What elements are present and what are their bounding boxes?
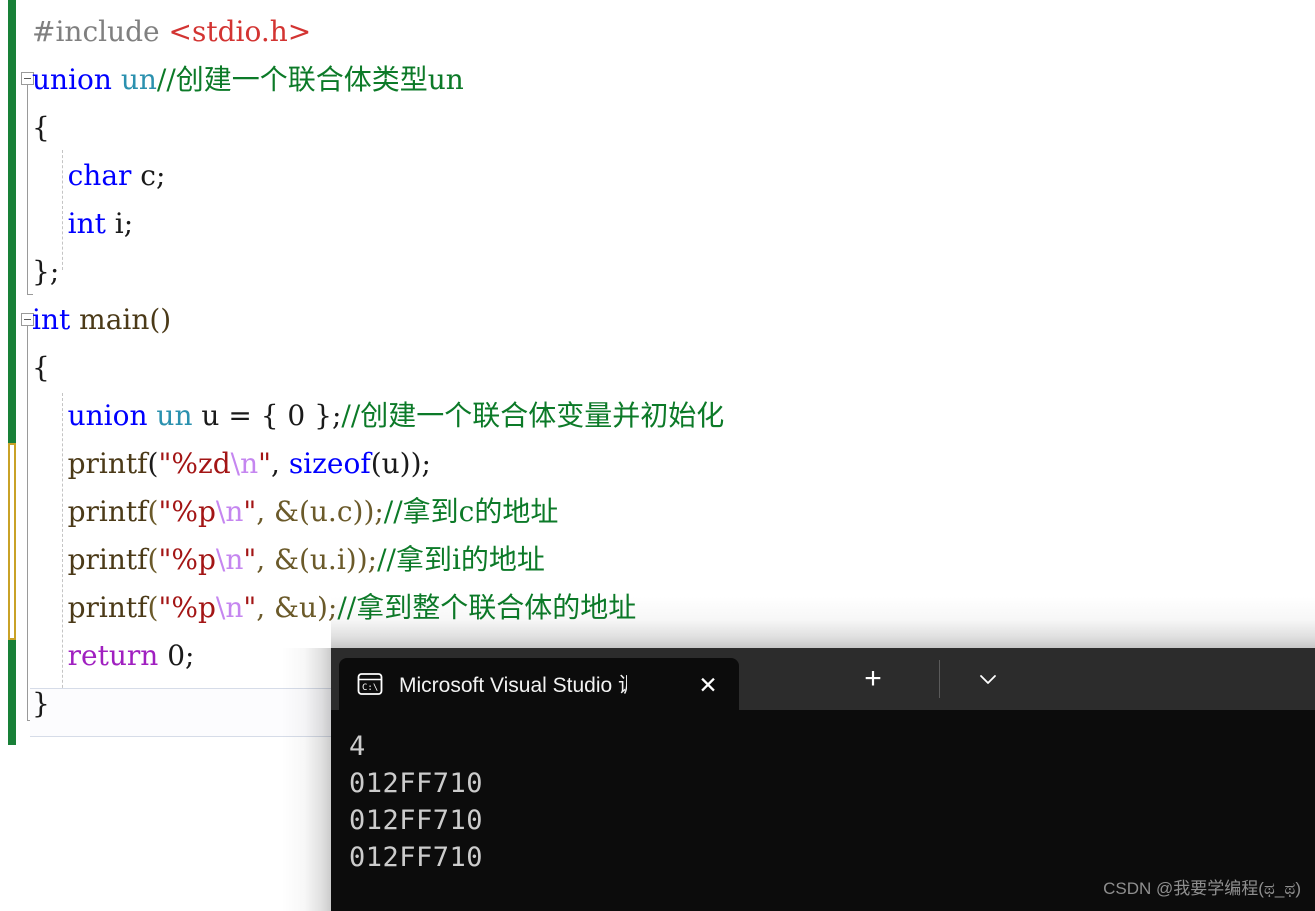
terminal-tab[interactable]: C:\ Microsoft Visual Studio 调试控 ✕	[339, 658, 739, 710]
code-token: \n	[215, 495, 244, 528]
code-text[interactable]: #include <stdio.h> union un//创建一个联合体类型un{…	[0, 0, 1315, 760]
code-token: printf	[67, 591, 148, 624]
code-token: "%p	[158, 591, 216, 624]
screenshot-root: #include <stdio.h> union un//创建一个联合体类型un{…	[0, 0, 1315, 911]
code-token: union	[67, 399, 157, 432]
code-token: char	[67, 159, 132, 192]
code-token: ;	[185, 639, 195, 672]
code-token: main()	[70, 303, 172, 336]
terminal-tab-title: Microsoft Visual Studio 调试控	[399, 674, 627, 697]
code-token: \n	[215, 543, 244, 576]
terminal-output-line: 012FF710	[349, 768, 484, 799]
code-token: un	[156, 399, 193, 432]
code-line[interactable]: };	[32, 248, 59, 296]
code-token: "%p	[158, 543, 216, 576]
code-token: //创建一个联合体变量并初始化	[341, 399, 725, 432]
code-line[interactable]: #include <stdio.h>	[32, 8, 311, 56]
code-token: #include	[32, 15, 169, 48]
code-line[interactable]: printf("%p\n", &u);//拿到整个联合体的地址	[32, 584, 637, 632]
code-token: , &(u.i));	[256, 543, 378, 576]
code-token: //拿到整个联合体的地址	[337, 591, 637, 624]
code-line[interactable]: }	[32, 680, 50, 728]
code-token: un	[120, 63, 157, 96]
code-token: "	[243, 495, 257, 528]
console-icon: C:\	[357, 671, 383, 697]
code-token: i;	[105, 207, 134, 240]
terminal-titlebar[interactable]: C:\ Microsoft Visual Studio 调试控 ✕ +	[331, 648, 1315, 710]
code-token: u = {	[192, 399, 288, 432]
code-token: //创建一个联合体类型un	[156, 63, 464, 96]
code-token: {	[32, 351, 50, 384]
code-token: (	[147, 447, 159, 480]
code-line[interactable]: printf("%p\n", &(u.i));//拿到i的地址	[32, 536, 545, 584]
terminal-output-line: 4	[349, 731, 366, 762]
code-token: {	[32, 111, 50, 144]
code-line[interactable]: {	[32, 104, 50, 152]
code-token: (	[147, 495, 159, 528]
terminal-output-line: 012FF710	[349, 842, 484, 873]
code-token: printf	[67, 495, 148, 528]
code-token: sizeof	[288, 447, 371, 480]
code-line[interactable]: union un u = { 0 };//创建一个联合体变量并初始化	[32, 392, 725, 440]
code-token: "	[243, 591, 257, 624]
code-token: }	[32, 687, 50, 720]
code-token: , &u);	[256, 591, 338, 624]
code-token: "	[258, 447, 271, 480]
terminal-window[interactable]: C:\ Microsoft Visual Studio 调试控 ✕ + 4 012…	[331, 648, 1315, 911]
code-editor[interactable]: #include <stdio.h> union un//创建一个联合体类型un{…	[0, 0, 1315, 760]
new-tab-button[interactable]: +	[856, 662, 890, 696]
code-token: int	[67, 207, 106, 240]
terminal-output-line: 012FF710	[349, 805, 484, 836]
code-token: };	[305, 399, 342, 432]
code-line[interactable]: {	[32, 344, 50, 392]
code-token: //拿到i的地址	[377, 543, 545, 576]
close-icon[interactable]: ✕	[693, 670, 723, 700]
code-token: int	[32, 303, 71, 336]
code-token: //拿到c的地址	[383, 495, 559, 528]
code-token: union	[32, 63, 121, 96]
chevron-down-icon[interactable]	[971, 662, 1005, 696]
code-token: "%p	[158, 495, 216, 528]
code-line[interactable]: printf("%p\n", &(u.c));//拿到c的地址	[32, 488, 559, 536]
toolbar-divider	[939, 660, 940, 698]
code-token: printf	[67, 543, 148, 576]
watermark: CSDN @我要学编程(ಥ_ಥ)	[1103, 879, 1301, 898]
code-line[interactable]: char c;	[32, 152, 166, 200]
code-line[interactable]: int i;	[32, 200, 134, 248]
code-token: ,	[271, 447, 289, 480]
code-token: 0	[287, 399, 306, 432]
code-token: return	[67, 639, 159, 672]
code-token: "	[243, 543, 257, 576]
svg-text:C:\: C:\	[362, 683, 378, 693]
code-token: "%zd	[158, 447, 231, 480]
code-line[interactable]: printf("%zd\n", sizeof(u));	[32, 440, 431, 488]
code-token: printf	[67, 447, 148, 480]
code-line[interactable]: return 0;	[32, 632, 195, 680]
code-line[interactable]: int main()	[32, 296, 171, 344]
code-token: c;	[131, 159, 166, 192]
code-token: };	[32, 255, 60, 288]
code-line[interactable]: union un//创建一个联合体类型un	[32, 56, 464, 104]
code-token: \n	[230, 447, 259, 480]
code-token: (	[147, 543, 159, 576]
code-token: \n	[215, 591, 244, 624]
code-token: (u));	[370, 447, 431, 480]
code-token: <stdio.h>	[168, 15, 312, 48]
code-token: (	[147, 591, 159, 624]
code-token: , &(u.c));	[256, 495, 384, 528]
code-token: 0	[167, 639, 186, 672]
